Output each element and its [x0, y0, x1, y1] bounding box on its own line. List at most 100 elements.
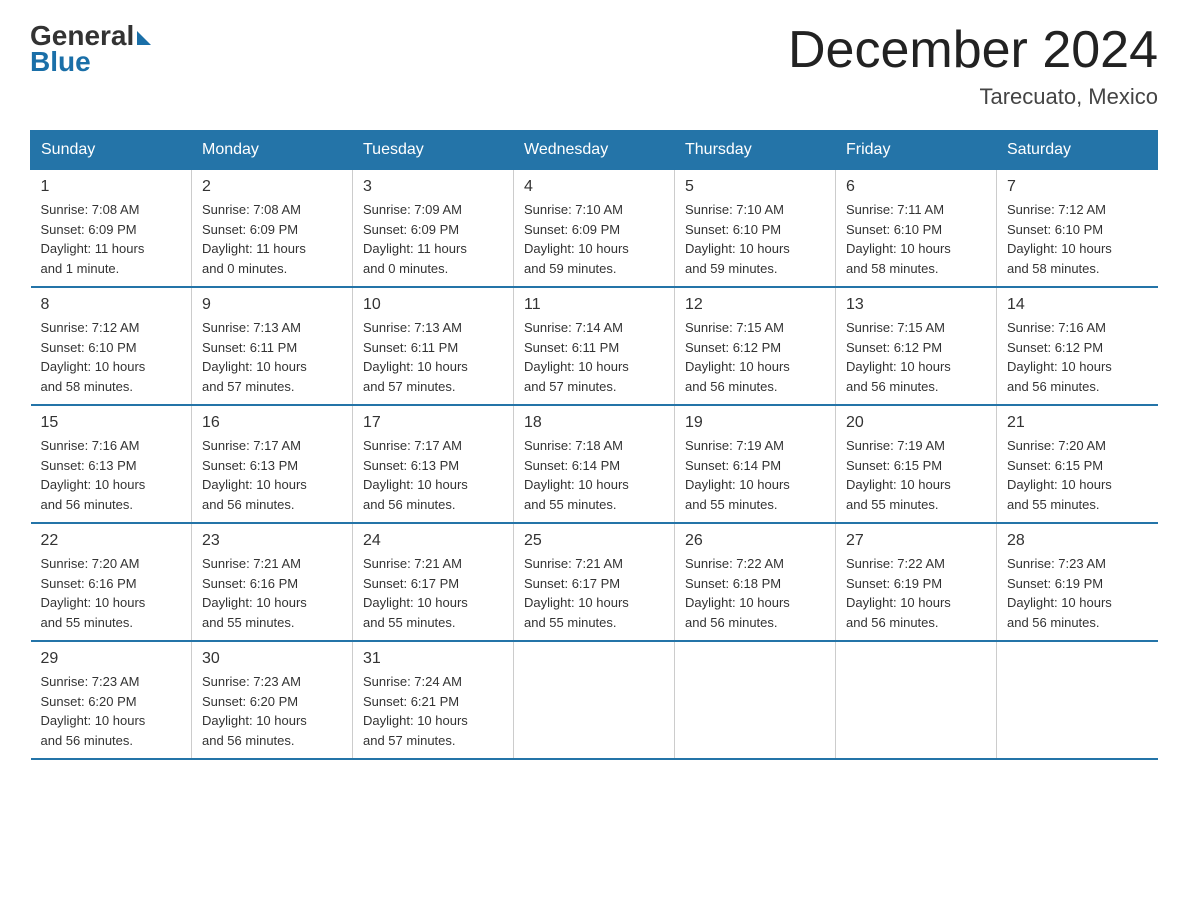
day-number: 5: [685, 178, 825, 196]
day-number: 3: [363, 178, 503, 196]
day-info: Sunrise: 7:20 AMSunset: 6:16 PMDaylight:…: [41, 554, 182, 632]
day-info: Sunrise: 7:16 AMSunset: 6:13 PMDaylight:…: [41, 436, 182, 514]
calendar-week-row: 1 Sunrise: 7:08 AMSunset: 6:09 PMDaylight…: [31, 170, 1158, 288]
table-row: 21Sunrise: 7:20 AMSunset: 6:15 PMDayligh…: [997, 405, 1158, 523]
logo: General Blue: [30, 20, 151, 78]
day-info: Sunrise: 7:17 AMSunset: 6:13 PMDaylight:…: [202, 436, 342, 514]
day-info: Sunrise: 7:10 AMSunset: 6:10 PMDaylight:…: [685, 200, 825, 278]
table-row: 29Sunrise: 7:23 AMSunset: 6:20 PMDayligh…: [31, 641, 192, 759]
calendar-table: Sunday Monday Tuesday Wednesday Thursday…: [30, 130, 1158, 760]
day-info: Sunrise: 7:13 AMSunset: 6:11 PMDaylight:…: [202, 318, 342, 396]
table-row: [836, 641, 997, 759]
table-row: 6Sunrise: 7:11 AMSunset: 6:10 PMDaylight…: [836, 170, 997, 288]
page-header: General Blue December 2024 Tarecuato, Me…: [30, 20, 1158, 110]
calendar-week-row: 8 Sunrise: 7:12 AMSunset: 6:10 PMDaylight…: [31, 287, 1158, 405]
day-number: 7: [1007, 178, 1148, 196]
table-row: 11Sunrise: 7:14 AMSunset: 6:11 PMDayligh…: [514, 287, 675, 405]
table-row: 1 Sunrise: 7:08 AMSunset: 6:09 PMDaylight…: [31, 170, 192, 288]
day-number: 15: [41, 414, 182, 432]
day-number: 31: [363, 650, 503, 668]
day-number: 29: [41, 650, 182, 668]
month-title: December 2024: [788, 20, 1158, 80]
table-row: 3Sunrise: 7:09 AMSunset: 6:09 PMDaylight…: [353, 170, 514, 288]
day-info: Sunrise: 7:15 AMSunset: 6:12 PMDaylight:…: [685, 318, 825, 396]
day-number: 27: [846, 532, 986, 550]
table-row: 12 Sunrise: 7:15 AMSunset: 6:12 PMDayligh…: [675, 287, 836, 405]
day-info: Sunrise: 7:23 AMSunset: 6:19 PMDaylight:…: [1007, 554, 1148, 632]
day-number: 12: [685, 296, 825, 314]
day-number: 2: [202, 178, 342, 196]
day-number: 24: [363, 532, 503, 550]
table-row: 17 Sunrise: 7:17 AMSunset: 6:13 PMDayligh…: [353, 405, 514, 523]
table-row: 26 Sunrise: 7:22 AMSunset: 6:18 PMDayligh…: [675, 523, 836, 641]
day-info: Sunrise: 7:24 AMSunset: 6:21 PMDaylight:…: [363, 672, 503, 750]
day-number: 26: [685, 532, 825, 550]
day-number: 20: [846, 414, 986, 432]
location: Tarecuato, Mexico: [788, 84, 1158, 110]
calendar-week-row: 22 Sunrise: 7:20 AMSunset: 6:16 PMDayligh…: [31, 523, 1158, 641]
day-info: Sunrise: 7:18 AMSunset: 6:14 PMDaylight:…: [524, 436, 664, 514]
table-row: 22 Sunrise: 7:20 AMSunset: 6:16 PMDayligh…: [31, 523, 192, 641]
header-tuesday: Tuesday: [353, 131, 514, 170]
day-number: 28: [1007, 532, 1148, 550]
table-row: [514, 641, 675, 759]
day-info: Sunrise: 7:10 AMSunset: 6:09 PMDaylight:…: [524, 200, 664, 278]
table-row: 27 Sunrise: 7:22 AMSunset: 6:19 PMDayligh…: [836, 523, 997, 641]
logo-blue: Blue: [30, 46, 91, 78]
day-number: 11: [524, 296, 664, 314]
table-row: 13 Sunrise: 7:15 AMSunset: 6:12 PMDayligh…: [836, 287, 997, 405]
day-number: 17: [363, 414, 503, 432]
day-info: Sunrise: 7:15 AMSunset: 6:12 PMDaylight:…: [846, 318, 986, 396]
table-row: 10Sunrise: 7:13 AMSunset: 6:11 PMDayligh…: [353, 287, 514, 405]
table-row: 18Sunrise: 7:18 AMSunset: 6:14 PMDayligh…: [514, 405, 675, 523]
day-info: Sunrise: 7:23 AMSunset: 6:20 PMDaylight:…: [202, 672, 342, 750]
table-row: 16Sunrise: 7:17 AMSunset: 6:13 PMDayligh…: [192, 405, 353, 523]
day-info: Sunrise: 7:12 AMSunset: 6:10 PMDaylight:…: [41, 318, 182, 396]
calendar-week-row: 29 Sunrise: 7:23 AMSunset: 6:20 PMDayligh…: [31, 641, 1158, 759]
table-row: 19 Sunrise: 7:19 AMSunset: 6:14 PMDayligh…: [675, 405, 836, 523]
table-row: [675, 641, 836, 759]
day-info: Sunrise: 7:17 AMSunset: 6:13 PMDaylight:…: [363, 436, 503, 514]
day-number: 1: [41, 178, 182, 196]
day-info: Sunrise: 7:19 AMSunset: 6:15 PMDaylight:…: [846, 436, 986, 514]
day-info: Sunrise: 7:22 AMSunset: 6:18 PMDaylight:…: [685, 554, 825, 632]
day-info: Sunrise: 7:21 AMSunset: 6:16 PMDaylight:…: [202, 554, 342, 632]
day-number: 22: [41, 532, 182, 550]
day-number: 14: [1007, 296, 1148, 314]
header-wednesday: Wednesday: [514, 131, 675, 170]
day-number: 19: [685, 414, 825, 432]
day-info: Sunrise: 7:11 AMSunset: 6:10 PMDaylight:…: [846, 200, 986, 278]
day-number: 21: [1007, 414, 1148, 432]
day-info: Sunrise: 7:16 AMSunset: 6:12 PMDaylight:…: [1007, 318, 1148, 396]
header-saturday: Saturday: [997, 131, 1158, 170]
header-monday: Monday: [192, 131, 353, 170]
day-info: Sunrise: 7:19 AMSunset: 6:14 PMDaylight:…: [685, 436, 825, 514]
header-thursday: Thursday: [675, 131, 836, 170]
day-info: Sunrise: 7:08 AMSunset: 6:09 PMDaylight:…: [41, 200, 182, 278]
calendar-week-row: 15 Sunrise: 7:16 AMSunset: 6:13 PMDayligh…: [31, 405, 1158, 523]
table-row: 31 Sunrise: 7:24 AMSunset: 6:21 PMDayligh…: [353, 641, 514, 759]
day-number: 30: [202, 650, 342, 668]
table-row: 15 Sunrise: 7:16 AMSunset: 6:13 PMDayligh…: [31, 405, 192, 523]
day-info: Sunrise: 7:13 AMSunset: 6:11 PMDaylight:…: [363, 318, 503, 396]
table-row: 9 Sunrise: 7:13 AMSunset: 6:11 PMDaylight…: [192, 287, 353, 405]
day-number: 23: [202, 532, 342, 550]
table-row: 14 Sunrise: 7:16 AMSunset: 6:12 PMDayligh…: [997, 287, 1158, 405]
table-row: 24 Sunrise: 7:21 AMSunset: 6:17 PMDayligh…: [353, 523, 514, 641]
day-number: 9: [202, 296, 342, 314]
day-info: Sunrise: 7:21 AMSunset: 6:17 PMDaylight:…: [363, 554, 503, 632]
day-number: 8: [41, 296, 182, 314]
header-friday: Friday: [836, 131, 997, 170]
table-row: 28 Sunrise: 7:23 AMSunset: 6:19 PMDayligh…: [997, 523, 1158, 641]
table-row: 7 Sunrise: 7:12 AMSunset: 6:10 PMDaylight…: [997, 170, 1158, 288]
day-info: Sunrise: 7:22 AMSunset: 6:19 PMDaylight:…: [846, 554, 986, 632]
table-row: 2Sunrise: 7:08 AMSunset: 6:09 PMDaylight…: [192, 170, 353, 288]
day-info: Sunrise: 7:12 AMSunset: 6:10 PMDaylight:…: [1007, 200, 1148, 278]
day-info: Sunrise: 7:21 AMSunset: 6:17 PMDaylight:…: [524, 554, 664, 632]
day-number: 25: [524, 532, 664, 550]
day-number: 13: [846, 296, 986, 314]
table-row: 23 Sunrise: 7:21 AMSunset: 6:16 PMDayligh…: [192, 523, 353, 641]
table-row: 25 Sunrise: 7:21 AMSunset: 6:17 PMDayligh…: [514, 523, 675, 641]
logo-arrow-icon: [137, 31, 151, 45]
title-section: December 2024 Tarecuato, Mexico: [788, 20, 1158, 110]
